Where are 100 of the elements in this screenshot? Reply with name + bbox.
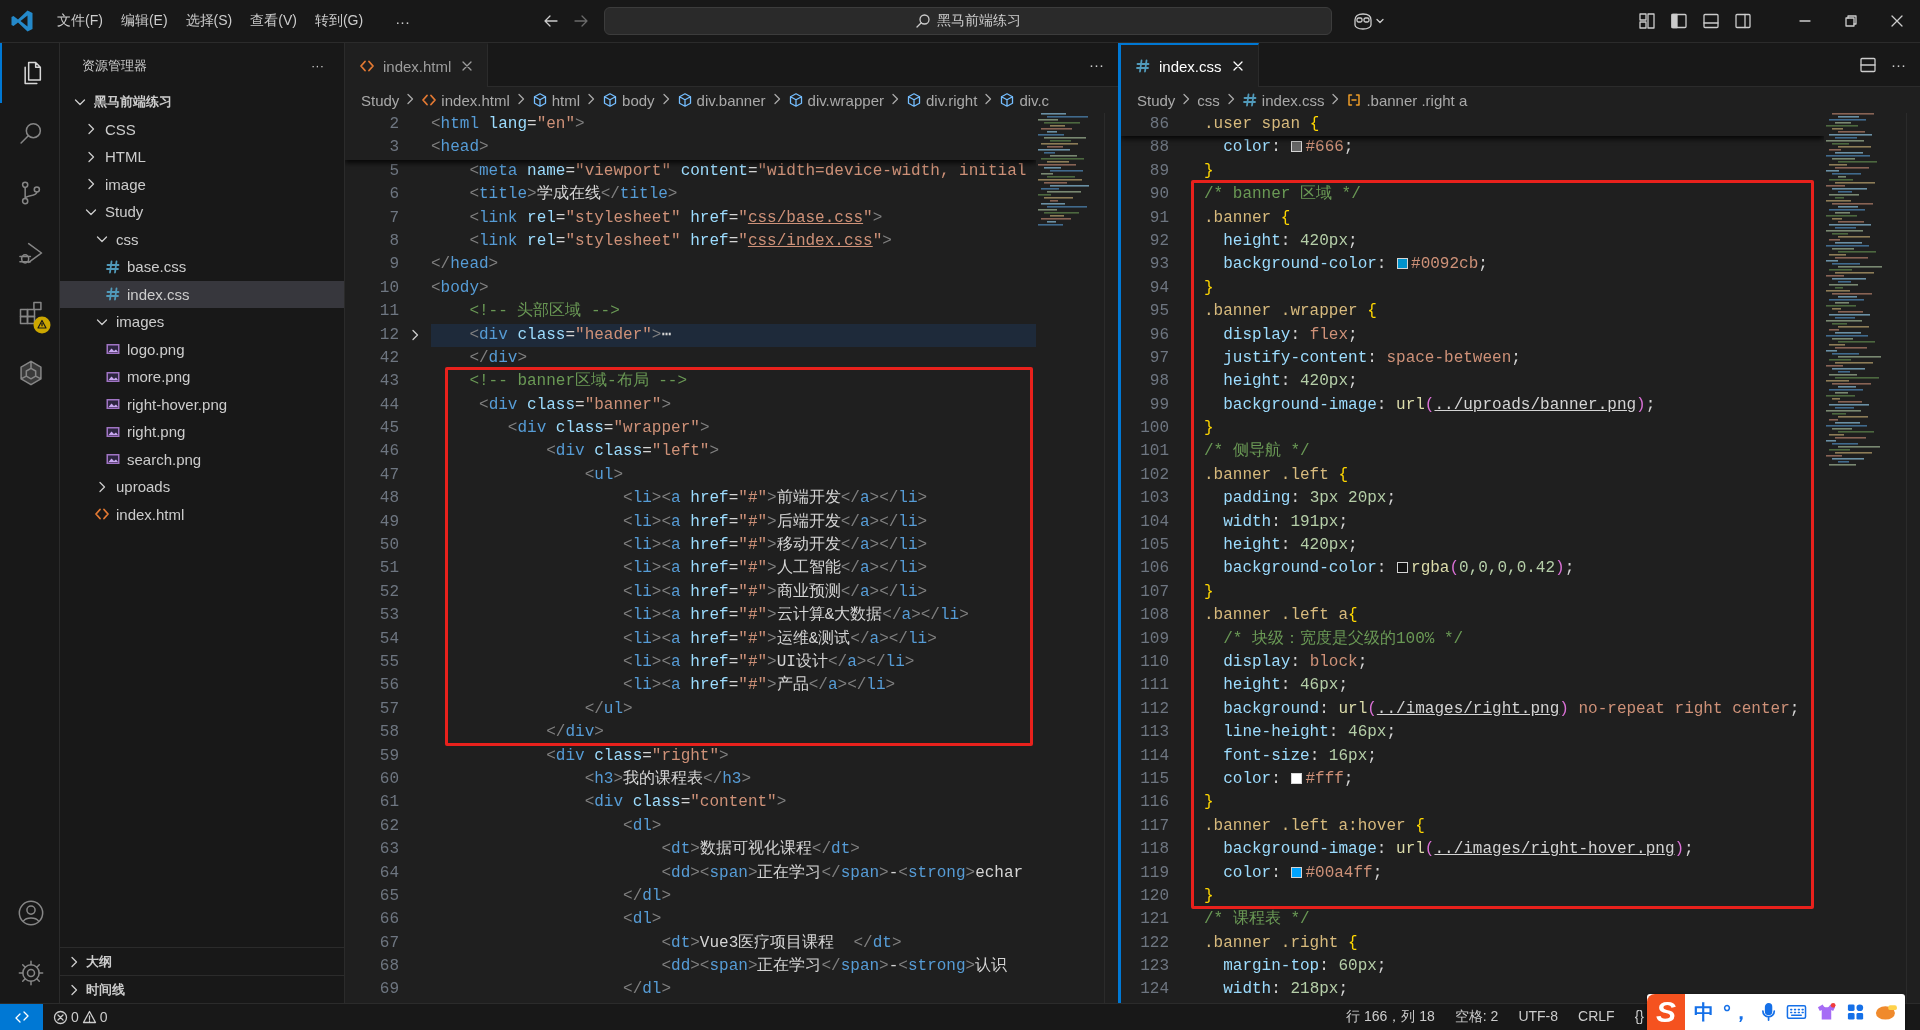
menu-item[interactable]: 编辑(E) xyxy=(111,8,177,34)
tree-item[interactable]: Study xyxy=(60,198,344,226)
code-line: </dl> xyxy=(622,979,672,1001)
menu-item[interactable]: 查看(V) xyxy=(241,8,306,34)
search-icon xyxy=(915,13,931,29)
tree-item[interactable]: base.css xyxy=(60,253,344,281)
line-number: 45 xyxy=(378,418,399,440)
tree-item[interactable]: 黑马前端练习 xyxy=(60,88,344,116)
panel-header[interactable]: 大纲 xyxy=(60,947,344,975)
breadcrumb-item[interactable]: div.banner xyxy=(676,91,766,109)
line-ending-status[interactable]: CRLF xyxy=(1578,1008,1615,1026)
language-status[interactable]: {} xyxy=(1634,1008,1644,1026)
line-number: 57 xyxy=(378,698,399,720)
cube-icon xyxy=(999,92,1016,108)
account-icon[interactable] xyxy=(16,899,45,927)
breadcrumb-item[interactable]: html xyxy=(531,91,581,109)
line-number: 7 xyxy=(388,207,399,229)
code-line: <li><a href="#">人工智能</a></li> xyxy=(622,558,928,580)
line-number: 105 xyxy=(1139,535,1169,557)
menu-item[interactable]: 选择(S) xyxy=(176,8,242,34)
customize-layout-icon[interactable] xyxy=(1638,12,1656,30)
breadcrumb-item[interactable]: div.c xyxy=(999,91,1050,109)
breadcrumb-item[interactable]: Study xyxy=(361,91,400,109)
toggle-secondary-sidebar-icon[interactable] xyxy=(1734,12,1752,30)
line-number: 52 xyxy=(378,581,399,603)
tree-item[interactable]: uproads xyxy=(60,473,344,501)
line-number: 121 xyxy=(1139,909,1169,931)
hash-icon xyxy=(105,286,121,303)
line-number: 63 xyxy=(378,839,399,861)
tree-item[interactable]: css xyxy=(60,225,344,253)
tree-item[interactable]: search.png xyxy=(60,445,344,473)
code-line: margin-top: 60px; xyxy=(1222,956,1387,978)
breadcrumb-item[interactable]: index.css xyxy=(1241,91,1325,109)
more-actions-button[interactable]: ··· xyxy=(1891,56,1906,73)
code-line: display: block; xyxy=(1222,652,1368,673)
breadcrumb-item[interactable]: Study xyxy=(1137,91,1176,109)
input-mode-toggle[interactable]: 中 xyxy=(1694,998,1715,1026)
breadcrumb-item[interactable]: body xyxy=(602,91,655,109)
tree-item[interactable]: HTML xyxy=(60,143,344,171)
line-number: 42 xyxy=(378,347,399,369)
tree-item[interactable]: right-hover.png xyxy=(60,390,344,418)
cube-icon xyxy=(602,92,619,108)
command-center-search[interactable]: 黑马前端练习 xyxy=(604,7,1332,35)
more-actions-button[interactable]: ··· xyxy=(1089,56,1104,73)
code-line: background-color: rgba(0,0,0,0.42); xyxy=(1222,558,1575,580)
code-line: <body> xyxy=(431,277,489,299)
code-line: height: 420px; xyxy=(1222,535,1358,557)
cursor-position[interactable]: 行 166，列 18 xyxy=(1346,1008,1435,1026)
menu-item[interactable]: 转到(G) xyxy=(305,8,373,34)
tree-item[interactable]: image xyxy=(60,170,344,198)
microphone-icon[interactable] xyxy=(1760,1002,1778,1022)
code-line: } xyxy=(1204,885,1214,907)
line-number: 112 xyxy=(1139,698,1169,720)
line-number: 43 xyxy=(378,371,399,393)
line-number: 47 xyxy=(378,464,399,486)
settings-icon[interactable] xyxy=(16,959,45,987)
code-line: } xyxy=(1204,581,1214,603)
tree-item[interactable]: right.png xyxy=(60,418,344,446)
breadcrumb-item[interactable]: div.wrapper xyxy=(787,91,884,109)
split-editor-icon[interactable] xyxy=(1859,55,1877,74)
line-number: 54 xyxy=(378,628,399,650)
code-line: <h3>我的课程表</h3> xyxy=(583,768,752,790)
menu-item[interactable]: 文件(F) xyxy=(48,8,112,34)
editor-tab[interactable]: index.html xyxy=(345,43,489,87)
tree-item[interactable]: images xyxy=(60,308,344,336)
code-line: <meta name="viewport" content="width=device-width, initial xyxy=(468,160,1027,182)
tree-item[interactable]: index.css xyxy=(60,280,344,308)
code-line: line-height: 46px; xyxy=(1222,722,1397,744)
tree-item[interactable]: index.html xyxy=(60,500,344,528)
tree-item[interactable]: logo.png xyxy=(60,335,344,363)
code-line: </ul> xyxy=(583,698,633,720)
code-icon xyxy=(359,58,375,74)
code-line: .banner .right { xyxy=(1204,932,1358,954)
line-number: 88 xyxy=(1148,137,1169,159)
breadcrumb-item[interactable]: css xyxy=(1197,91,1220,109)
toggle-sidebar-icon[interactable] xyxy=(1670,12,1688,30)
apps-grid-icon[interactable] xyxy=(1846,1002,1866,1022)
tree-item[interactable]: more.png xyxy=(60,363,344,391)
code-line: .banner .left a{ xyxy=(1204,605,1358,627)
code-line: display: flex; xyxy=(1222,324,1358,346)
toggle-panel-icon[interactable] xyxy=(1702,12,1720,30)
line-number: 46 xyxy=(378,441,399,463)
more-menu-button[interactable]: ··· xyxy=(386,8,420,34)
breadcrumb-item[interactable]: index.html xyxy=(421,91,510,109)
indentation-status[interactable]: 空格: 2 xyxy=(1454,1008,1499,1026)
line-number: 64 xyxy=(378,862,399,884)
editor-tab[interactable]: index.css xyxy=(1121,43,1259,87)
code-line: <title>学成在线</title> xyxy=(468,184,678,206)
goggles-icon[interactable] xyxy=(1352,12,1374,30)
breadcrumb-item[interactable]: div.right xyxy=(905,91,978,109)
keyboard-icon[interactable] xyxy=(1786,1003,1808,1021)
code-line: width: 218px; xyxy=(1222,979,1349,1001)
encoding-status[interactable]: UTF-8 xyxy=(1518,1008,1559,1026)
punctuation-toggle[interactable]: °， xyxy=(1723,998,1752,1026)
breadcrumb-item[interactable]: .banner .right a xyxy=(1346,91,1468,109)
more-actions-button[interactable]: ··· xyxy=(311,58,324,73)
shirt-icon[interactable] xyxy=(1816,1002,1838,1022)
problems-button[interactable]: 0 0 xyxy=(53,1009,108,1025)
line-number: 94 xyxy=(1148,277,1169,299)
tree-item[interactable]: CSS xyxy=(60,115,344,143)
